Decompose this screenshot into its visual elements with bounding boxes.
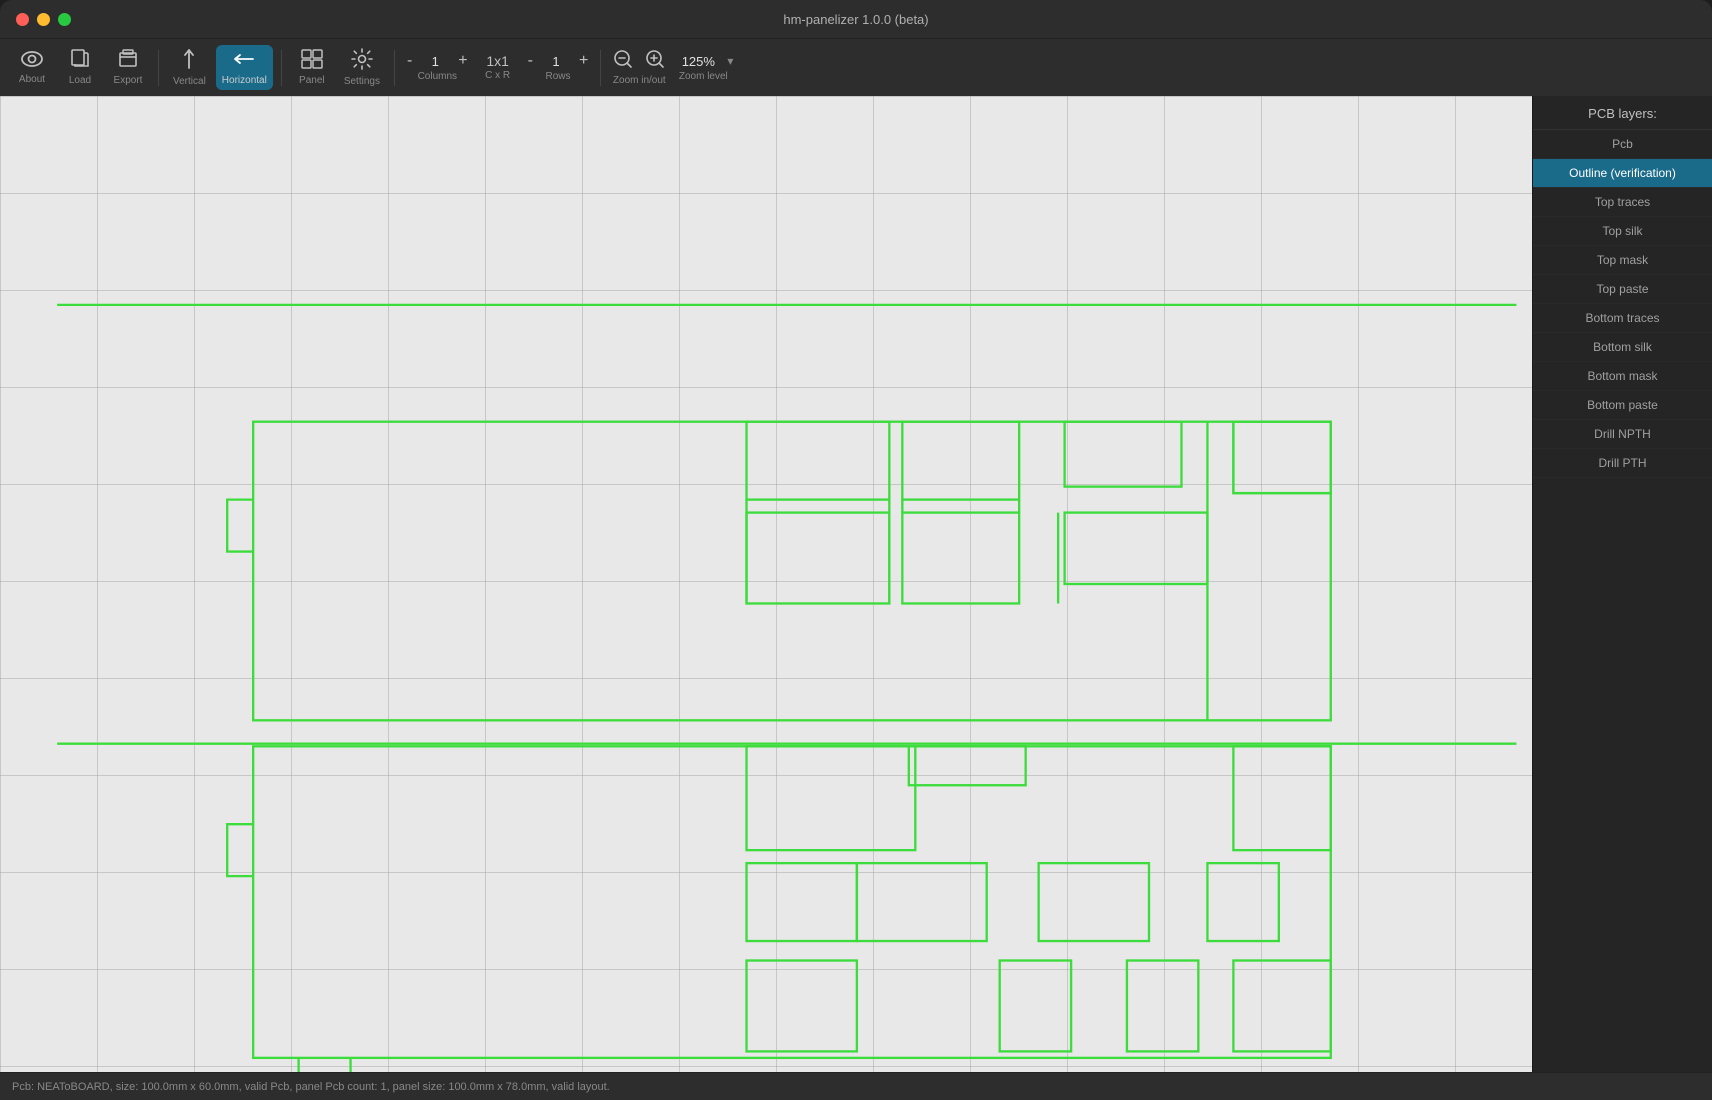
separator-1 (158, 50, 159, 86)
right-panel: PCB layers: PcbOutline (verification)Top… (1532, 96, 1712, 1072)
canvas-area[interactable] (0, 96, 1532, 1072)
layers-list: PcbOutline (verification)Top tracesTop s… (1533, 130, 1712, 478)
rows-plus-button[interactable]: + (575, 53, 592, 69)
export-icon (118, 49, 138, 73)
vertical-icon (179, 48, 199, 74)
horizontal-icon (233, 49, 255, 73)
separator-4 (600, 50, 601, 86)
zoom-level-group: 125% ▾ Zoom level (673, 54, 733, 82)
layer-item-bottom-mask[interactable]: Bottom mask (1533, 362, 1712, 391)
about-button[interactable]: About (10, 46, 54, 89)
rows-label: Rows (545, 71, 570, 82)
panel-label: Panel (299, 75, 325, 86)
zoom-inout-label: Zoom in/out (613, 75, 666, 86)
layer-item-pcb[interactable]: Pcb (1533, 130, 1712, 159)
layer-item-drill-pth[interactable]: Drill PTH (1533, 449, 1712, 478)
layer-item-outline[interactable]: Outline (verification) (1533, 159, 1712, 188)
layer-item-bottom-paste[interactable]: Bottom paste (1533, 391, 1712, 420)
pcb-outline-svg (0, 96, 1532, 1072)
load-button[interactable]: Load (58, 45, 102, 90)
rows-value: 1 (541, 54, 571, 69)
horizontal-button[interactable]: Horizontal (216, 45, 273, 90)
columns-group: - 1 + Columns (403, 53, 472, 82)
separator-2 (281, 50, 282, 86)
zoom-dropdown-icon[interactable]: ▾ (727, 54, 733, 68)
load-label: Load (69, 75, 91, 86)
panel-icon (301, 49, 323, 73)
settings-icon (351, 48, 373, 74)
vertical-label: Vertical (173, 76, 206, 87)
separator-3 (394, 50, 395, 86)
status-bar: Pcb: NEAToBOARD, size: 100.0mm x 60.0mm,… (0, 1072, 1712, 1100)
close-button[interactable] (16, 13, 29, 26)
export-button[interactable]: Export (106, 45, 150, 90)
load-icon (70, 49, 90, 73)
rows-minus-button[interactable]: - (524, 53, 537, 69)
main-layout: PCB layers: PcbOutline (verification)Top… (0, 96, 1712, 1072)
rows-group: - 1 + Rows (524, 53, 593, 82)
layer-item-top-mask[interactable]: Top mask (1533, 246, 1712, 275)
window-title: hm-panelizer 1.0.0 (beta) (783, 12, 928, 27)
toolbar: About Load Export Vertical (0, 38, 1712, 96)
panel-title: PCB layers: (1533, 96, 1712, 130)
cxr-value: 1x1 (486, 54, 509, 68)
columns-value: 1 (420, 54, 450, 69)
zoom-level-label: Zoom level (679, 71, 728, 82)
zoom-in-button[interactable] (641, 49, 669, 73)
horizontal-label: Horizontal (222, 75, 267, 86)
layer-item-bottom-silk[interactable]: Bottom silk (1533, 333, 1712, 362)
zoom-inout-group: Zoom in/out (609, 49, 669, 86)
panel-button[interactable]: Panel (290, 45, 334, 90)
cxr-label: C x R (485, 70, 510, 81)
export-label: Export (114, 75, 143, 86)
settings-button[interactable]: Settings (338, 44, 386, 91)
layer-item-top-silk[interactable]: Top silk (1533, 217, 1712, 246)
columns-minus-button[interactable]: - (403, 53, 416, 69)
layer-item-drill-npth[interactable]: Drill NPTH (1533, 420, 1712, 449)
cxr-display: 1x1 C x R (476, 50, 520, 85)
vertical-button[interactable]: Vertical (167, 44, 212, 91)
columns-label: Columns (418, 71, 457, 82)
layer-item-top-paste[interactable]: Top paste (1533, 275, 1712, 304)
minimize-button[interactable] (37, 13, 50, 26)
zoom-level-value: 125% (673, 54, 723, 69)
status-text: Pcb: NEAToBOARD, size: 100.0mm x 60.0mm,… (12, 1081, 610, 1093)
settings-label: Settings (344, 76, 380, 87)
title-bar: hm-panelizer 1.0.0 (beta) (0, 0, 1712, 38)
columns-plus-button[interactable]: + (454, 53, 471, 69)
eye-icon (21, 50, 43, 72)
zoom-out-button[interactable] (609, 49, 637, 73)
maximize-button[interactable] (58, 13, 71, 26)
traffic-lights (16, 13, 71, 26)
about-label: About (19, 74, 45, 85)
layer-item-top-traces[interactable]: Top traces (1533, 188, 1712, 217)
layer-item-bottom-traces[interactable]: Bottom traces (1533, 304, 1712, 333)
